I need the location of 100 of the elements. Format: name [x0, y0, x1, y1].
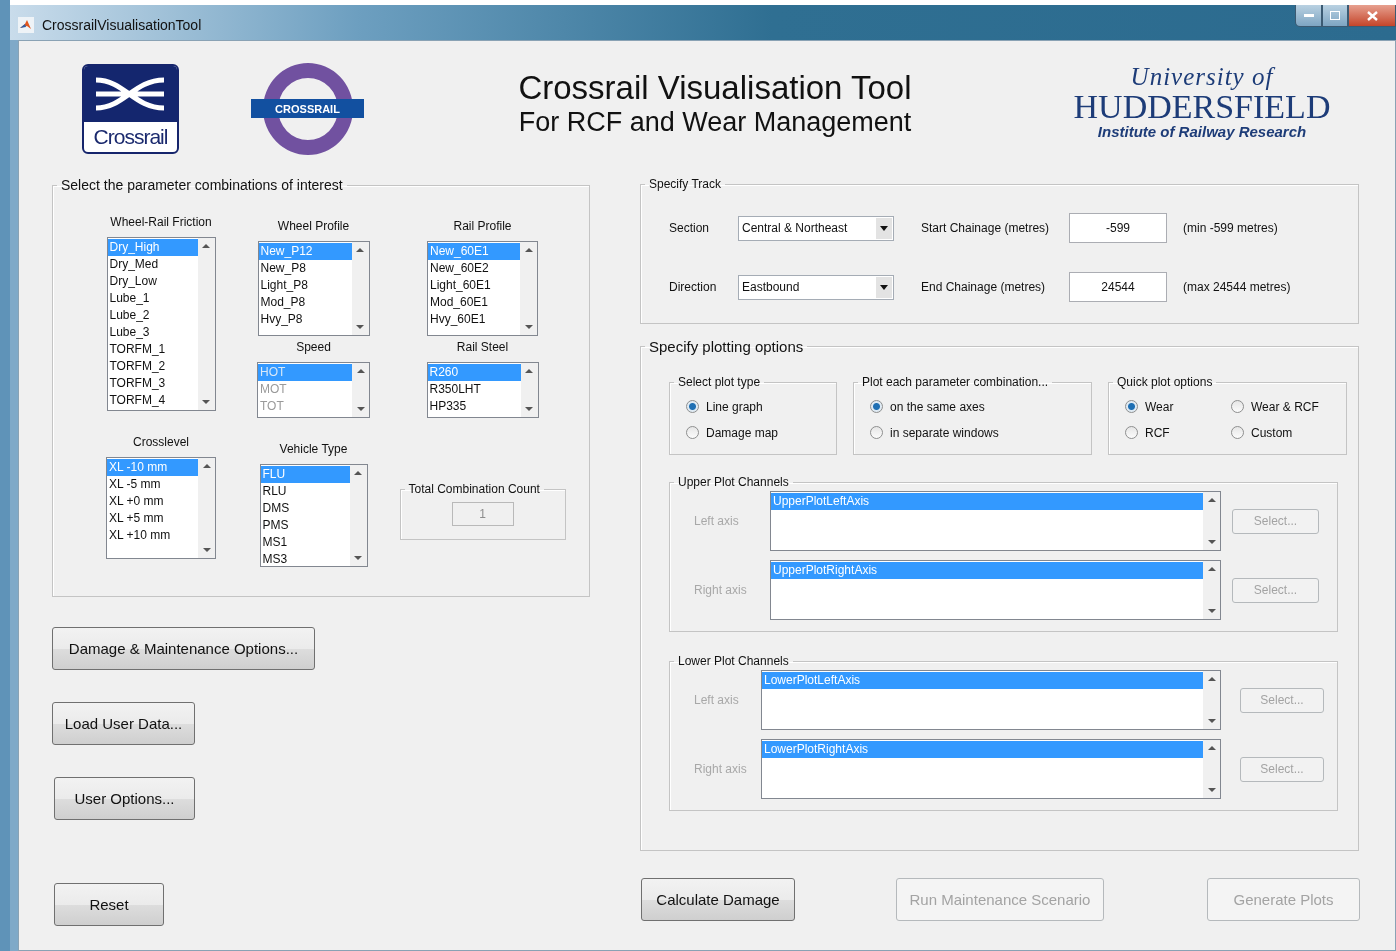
chainage-field[interactable]: -599	[1069, 213, 1167, 243]
axis-label: Right axis	[693, 583, 748, 597]
minimize-icon	[1303, 13, 1314, 18]
field-label: Direction	[669, 280, 718, 294]
panel-title: Select the parameter combinations of interest	[60, 177, 344, 193]
list-item[interactable]: XL -5 mm	[107, 476, 198, 493]
chainage-field[interactable]: 24544	[1069, 272, 1167, 302]
list-item[interactable]: R350LHT	[427, 381, 521, 398]
crossrail-logo: Crossrail	[82, 64, 179, 154]
radio-button[interactable]	[686, 400, 699, 413]
list-item[interactable]: TORFM_1	[107, 341, 198, 358]
maximize-button[interactable]	[1322, 5, 1348, 27]
list-item[interactable]: DMS	[260, 500, 350, 517]
list-box[interactable]: Dry_High Dry_Med Dry_Low Lube_1 Lube_2 Lube_3 TORFM_1 TORFM_2 TORFM_3 TORFM_4	[106, 237, 216, 411]
list-item[interactable]: XL +5 mm	[107, 510, 198, 527]
list-item[interactable]: XL +10 mm	[107, 527, 198, 544]
list-item[interactable]: New_60E2	[428, 260, 520, 277]
list-item[interactable]: MS1	[260, 534, 350, 551]
list-box[interactable]: FLU RLU DMS PMS MS1 MS3	[259, 464, 368, 567]
scrollbar[interactable]	[198, 458, 215, 558]
group-title: Plot each parameter combination...	[861, 375, 1050, 389]
group-title: Select plot type	[677, 375, 762, 389]
list-item[interactable]: Mod_P8	[258, 294, 352, 311]
radio-option[interactable]: Wear	[1125, 398, 1231, 415]
radio-option[interactable]: Line graph	[686, 398, 836, 415]
side-button[interactable]: User Options...	[54, 777, 195, 820]
list-item[interactable]: Lube_3	[107, 324, 198, 341]
app-subtitle: For RCF and Wear Management	[518, 106, 912, 138]
list-item[interactable]: TORFM_3	[107, 375, 198, 392]
group-title: Lower Plot Channels	[677, 654, 790, 668]
list-item[interactable]: New_P8	[258, 260, 352, 277]
scrollbar[interactable]	[351, 242, 369, 335]
app-icon	[18, 16, 34, 33]
list-label: Crosslevel	[133, 435, 189, 449]
list-item[interactable]: TORFM_4	[107, 392, 198, 409]
list-item[interactable]: Mod_60E1	[428, 294, 520, 311]
field-label: End Chainage (metres)	[921, 280, 1047, 294]
caret-icon	[876, 217, 892, 239]
list-item[interactable]: Dry_Low	[107, 273, 198, 290]
radio-option[interactable]: Custom	[1231, 424, 1331, 441]
scrollbar[interactable]	[352, 363, 369, 417]
list-box[interactable]: XL -10 mm XL -5 mm XL +0 mm XL +5 mm XL +10 mm	[106, 457, 216, 559]
list-item[interactable]: HP335	[427, 398, 521, 415]
reset-button[interactable]: Reset	[54, 883, 164, 926]
app-title: Crossrail Visualisation Tool	[518, 68, 912, 107]
scrollbar[interactable]	[349, 465, 367, 566]
list-box[interactable]: New_60E1 New_60E2 Light_60E1 Mod_60E1 Hvy_60E1	[427, 241, 538, 336]
scrollbar[interactable]	[520, 242, 537, 335]
list-item[interactable]: RLU	[260, 483, 350, 500]
list-item[interactable]: Light_60E1	[428, 277, 520, 294]
list-label: Rail Steel	[456, 340, 509, 354]
scrollbar[interactable]	[1203, 561, 1220, 619]
radio-button[interactable]	[686, 426, 699, 439]
list-item[interactable]: TORFM_2	[107, 358, 198, 375]
scrollbar[interactable]	[197, 238, 215, 410]
list-item[interactable]: Light_P8	[258, 277, 352, 294]
university-text: University of	[1130, 62, 1274, 91]
radio-button[interactable]	[1231, 400, 1244, 413]
list-box[interactable]: R260 R350LHT HP335	[426, 362, 539, 418]
list-item[interactable]: MS3	[260, 551, 350, 566]
side-button[interactable]: Damage & Maintenance Options...	[52, 627, 315, 670]
radio-button[interactable]	[1125, 400, 1138, 413]
list-item[interactable]: Lube_1	[107, 290, 198, 307]
list-item[interactable]: Hvy_60E1	[428, 311, 520, 328]
count-label: Total Combination Count	[407, 482, 541, 496]
scrollbar[interactable]	[1203, 740, 1220, 798]
list-item[interactable]: Hvy_P8	[258, 311, 352, 328]
dropdown[interactable]: Central & Northeast	[738, 215, 894, 241]
list-label: Speed	[296, 340, 331, 354]
scrollbar[interactable]	[1203, 671, 1220, 729]
radio-button[interactable]	[870, 426, 883, 439]
list-label: Rail Profile	[453, 219, 512, 233]
radio-button[interactable]	[1231, 426, 1244, 439]
dropdown[interactable]: Eastbound	[738, 274, 894, 300]
radio-button[interactable]	[1125, 426, 1138, 439]
minimize-button[interactable]	[1295, 5, 1322, 27]
roundel-logo: CROSSRAIL	[251, 63, 364, 155]
group-title: Quick plot options	[1116, 375, 1214, 389]
radio-option[interactable]: Wear & RCF	[1231, 398, 1331, 415]
scrollbar[interactable]	[1203, 492, 1220, 550]
axis-label: Left axis	[693, 693, 740, 707]
action-button[interactable]: Calculate Damage	[641, 878, 795, 921]
count-field: 1	[451, 502, 514, 526]
radio-option[interactable]: in separate windows	[870, 424, 1091, 441]
list-item[interactable]: Dry_Med	[107, 256, 198, 273]
limit-text: (max 24544 metres)	[1183, 280, 1291, 294]
radio-option[interactable]: Damage map	[686, 424, 836, 441]
side-button[interactable]: Load User Data...	[52, 702, 195, 745]
list-item[interactable]: PMS	[260, 517, 350, 534]
list-box[interactable]: New_P12 New_P8 Light_P8 Mod_P8 Hvy_P8	[257, 241, 370, 336]
list-item[interactable]: XL +0 mm	[107, 493, 198, 510]
panel-title: Specify plotting options	[648, 338, 805, 355]
axis-label: Left axis	[693, 514, 740, 528]
radio-button[interactable]	[870, 400, 883, 413]
scrollbar[interactable]	[520, 363, 538, 417]
close-button[interactable]	[1348, 5, 1396, 27]
radio-option[interactable]: RCF	[1125, 424, 1231, 441]
field-label: Section	[669, 221, 711, 235]
list-item[interactable]: Lube_2	[107, 307, 198, 324]
radio-option[interactable]: on the same axes	[870, 398, 1091, 415]
